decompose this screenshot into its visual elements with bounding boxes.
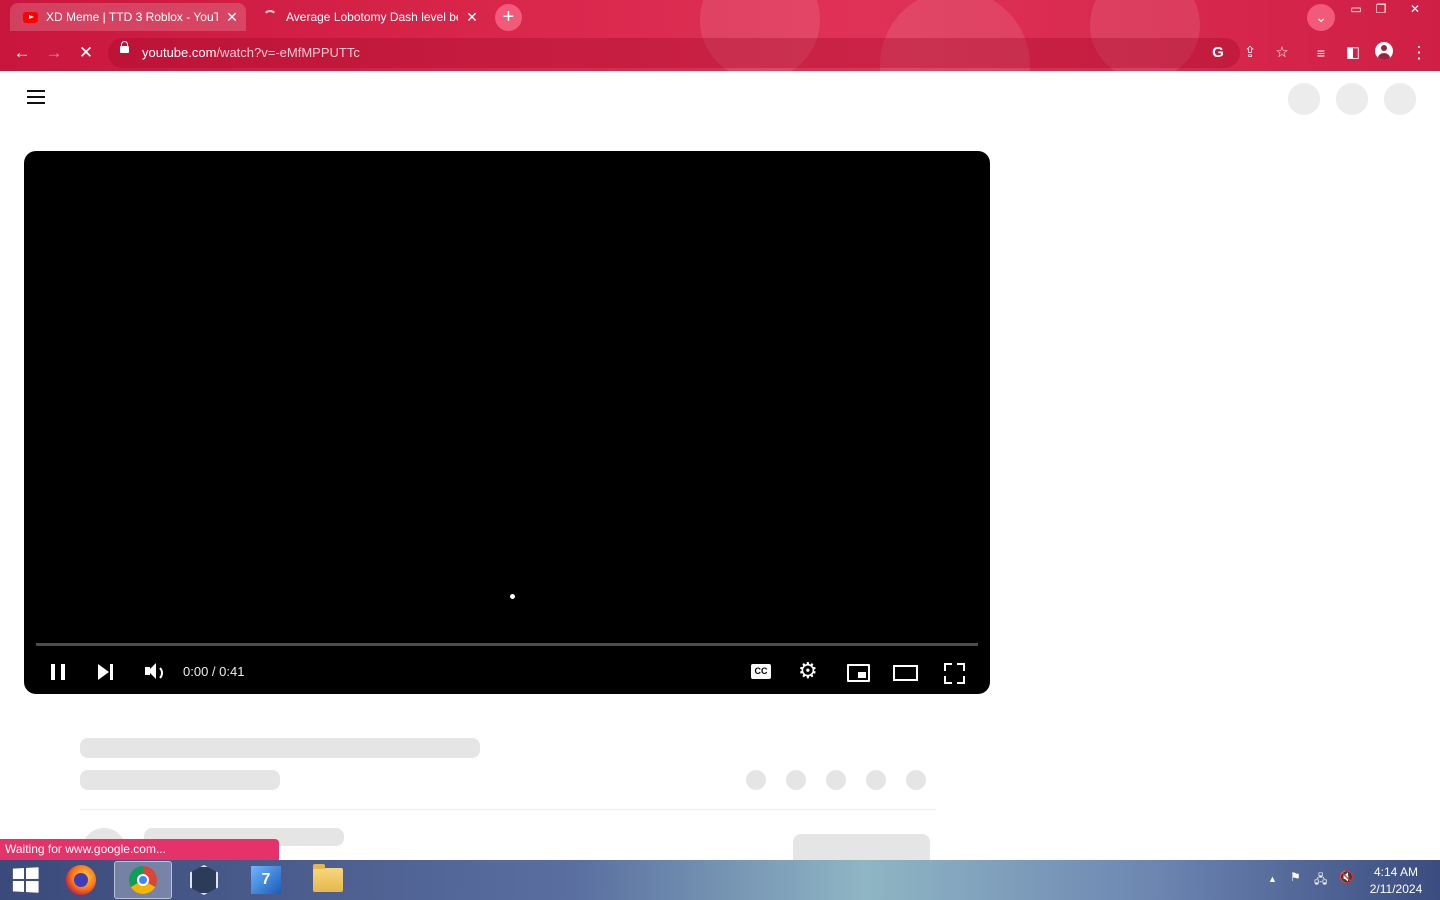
tab-title: XD Meme | TTD 3 Roblox - YouTube — [46, 10, 218, 24]
restore-button[interactable]: ❐ — [1366, 0, 1396, 18]
arrow-right-icon: → — [45, 43, 63, 62]
taskbar-chrome[interactable] — [114, 861, 172, 899]
header-placeholder — [1336, 83, 1368, 115]
subscribe-placeholder — [793, 834, 930, 860]
clock-date: 2/11/2024 — [1369, 882, 1423, 896]
player-controls: 0:00 / 0:41 CC ⚙ — [24, 651, 990, 691]
close-window-button[interactable]: ✕ — [1400, 0, 1430, 18]
start-button[interactable] — [0, 861, 50, 899]
taskbar-firefox[interactable] — [52, 861, 110, 899]
address-bar[interactable]: youtube.com/watch?v=-eMfMPPUTTc G ⇪ ☆ — [108, 38, 1289, 68]
tab-lobotomy-dash[interactable]: Average Lobotomy Dash level be ✕ — [250, 3, 486, 31]
bookmark-star-icon[interactable]: ☆ — [1271, 42, 1293, 64]
close-tab-icon[interactable]: ✕ — [224, 9, 240, 26]
video-player[interactable]: 0:00 / 0:41 CC ⚙ — [24, 151, 990, 694]
clock[interactable]: 4:14 AM 2/11/2024 — [1360, 864, 1432, 898]
header-placeholder — [1384, 83, 1416, 115]
lock-icon — [120, 41, 129, 53]
stop-button[interactable]: ✕ — [73, 40, 99, 66]
taskbar-virtualbox[interactable] — [175, 861, 233, 899]
theater-mode-button[interactable] — [890, 655, 922, 687]
cc-icon: CC — [751, 664, 771, 679]
forward-button[interactable]: → — [41, 40, 67, 66]
action-placeholder — [746, 770, 766, 790]
network-icon[interactable]: 🖧 — [1314, 870, 1327, 891]
header-placeholder — [1288, 83, 1320, 115]
menu-kebab-icon[interactable]: ⋮ — [1406, 40, 1432, 66]
theater-icon — [893, 665, 918, 681]
url-text[interactable]: youtube.com/watch?v=-eMfMPPUTTc — [142, 45, 360, 60]
progress-bar[interactable] — [36, 643, 978, 646]
taskbar: 7 ▲ ⚑ 🖧 🔇 4:14 AM 2/11/2024 — [0, 860, 1440, 900]
pause-button[interactable] — [44, 655, 76, 687]
media-controls-icon[interactable]: ≡ — [1308, 40, 1334, 66]
share-icon[interactable]: ⇪ — [1239, 42, 1261, 64]
profile-button[interactable] — [1373, 40, 1399, 66]
taskbar-file-explorer[interactable] — [299, 861, 357, 899]
avatar-icon — [1375, 42, 1393, 60]
google-lens-icon[interactable]: G — [1207, 42, 1229, 64]
tab-strip: XD Meme | TTD 3 Roblox - YouTube ✕ Avera… — [0, 0, 1440, 34]
settings-button[interactable]: ⚙ — [794, 655, 826, 687]
virtualbox-icon — [190, 865, 218, 895]
loading-spinner-icon — [508, 592, 517, 601]
volume-muted-icon[interactable]: 🔇 — [1339, 870, 1354, 884]
fullscreen-button[interactable] — [938, 655, 970, 687]
volume-button[interactable] — [137, 655, 169, 687]
windows-7-icon: 7 — [251, 866, 281, 894]
close-icon: ✕ — [78, 43, 94, 62]
youtube-icon — [22, 11, 38, 23]
side-panel-icon[interactable]: ◧ — [1340, 40, 1366, 66]
taskbar-windows7-app[interactable]: 7 — [237, 861, 295, 899]
action-center-flag-icon[interactable]: ⚑ — [1290, 870, 1301, 884]
close-tab-icon[interactable]: ✕ — [464, 9, 480, 26]
browser-chrome: XD Meme | TTD 3 Roblox - YouTube ✕ Avera… — [0, 0, 1440, 71]
pause-icon — [51, 664, 55, 680]
chrome-icon — [129, 866, 157, 894]
channel-placeholder — [80, 770, 280, 790]
action-placeholder — [866, 770, 886, 790]
loading-spinner-icon — [262, 10, 278, 23]
title-placeholder — [80, 738, 480, 758]
firefox-icon — [66, 865, 96, 895]
fullscreen-icon — [944, 663, 952, 671]
browser-toolbar: ← → ✕ youtube.com/watch?v=-eMfMPPUTTc G … — [0, 34, 1440, 71]
folder-icon — [313, 864, 343, 892]
next-button[interactable] — [90, 655, 122, 687]
clock-time: 4:14 AM — [1373, 865, 1419, 879]
tab-title: Average Lobotomy Dash level be — [286, 10, 458, 24]
divider — [80, 809, 936, 810]
action-placeholder — [826, 770, 846, 790]
hamburger-menu-icon[interactable] — [27, 90, 45, 104]
gear-icon: ⚙ — [798, 658, 818, 683]
miniplayer-icon — [847, 664, 870, 682]
tab-search-button[interactable]: ⌄ — [1307, 4, 1335, 31]
new-tab-button[interactable]: + — [495, 4, 522, 31]
next-icon — [98, 664, 109, 680]
url-host: youtube.com — [142, 45, 217, 60]
subtitles-button[interactable]: CC — [746, 655, 778, 687]
action-placeholder — [786, 770, 806, 790]
status-bar: Waiting for www.google.com... — [0, 839, 279, 860]
time-display: 0:00 / 0:41 — [183, 664, 245, 679]
action-placeholder — [906, 770, 926, 790]
url-path: /watch?v=-eMfMPPUTTc — [216, 45, 360, 60]
windows-logo-icon — [12, 867, 39, 893]
chevron-down-icon: ⌄ — [1315, 9, 1327, 25]
back-button[interactable]: ← — [9, 40, 35, 66]
tab-youtube[interactable]: XD Meme | TTD 3 Roblox - YouTube ✕ — [10, 3, 246, 31]
arrow-left-icon: ← — [13, 43, 31, 62]
show-hidden-icons-icon[interactable]: ▲ — [1268, 874, 1277, 884]
miniplayer-button[interactable] — [842, 655, 874, 687]
